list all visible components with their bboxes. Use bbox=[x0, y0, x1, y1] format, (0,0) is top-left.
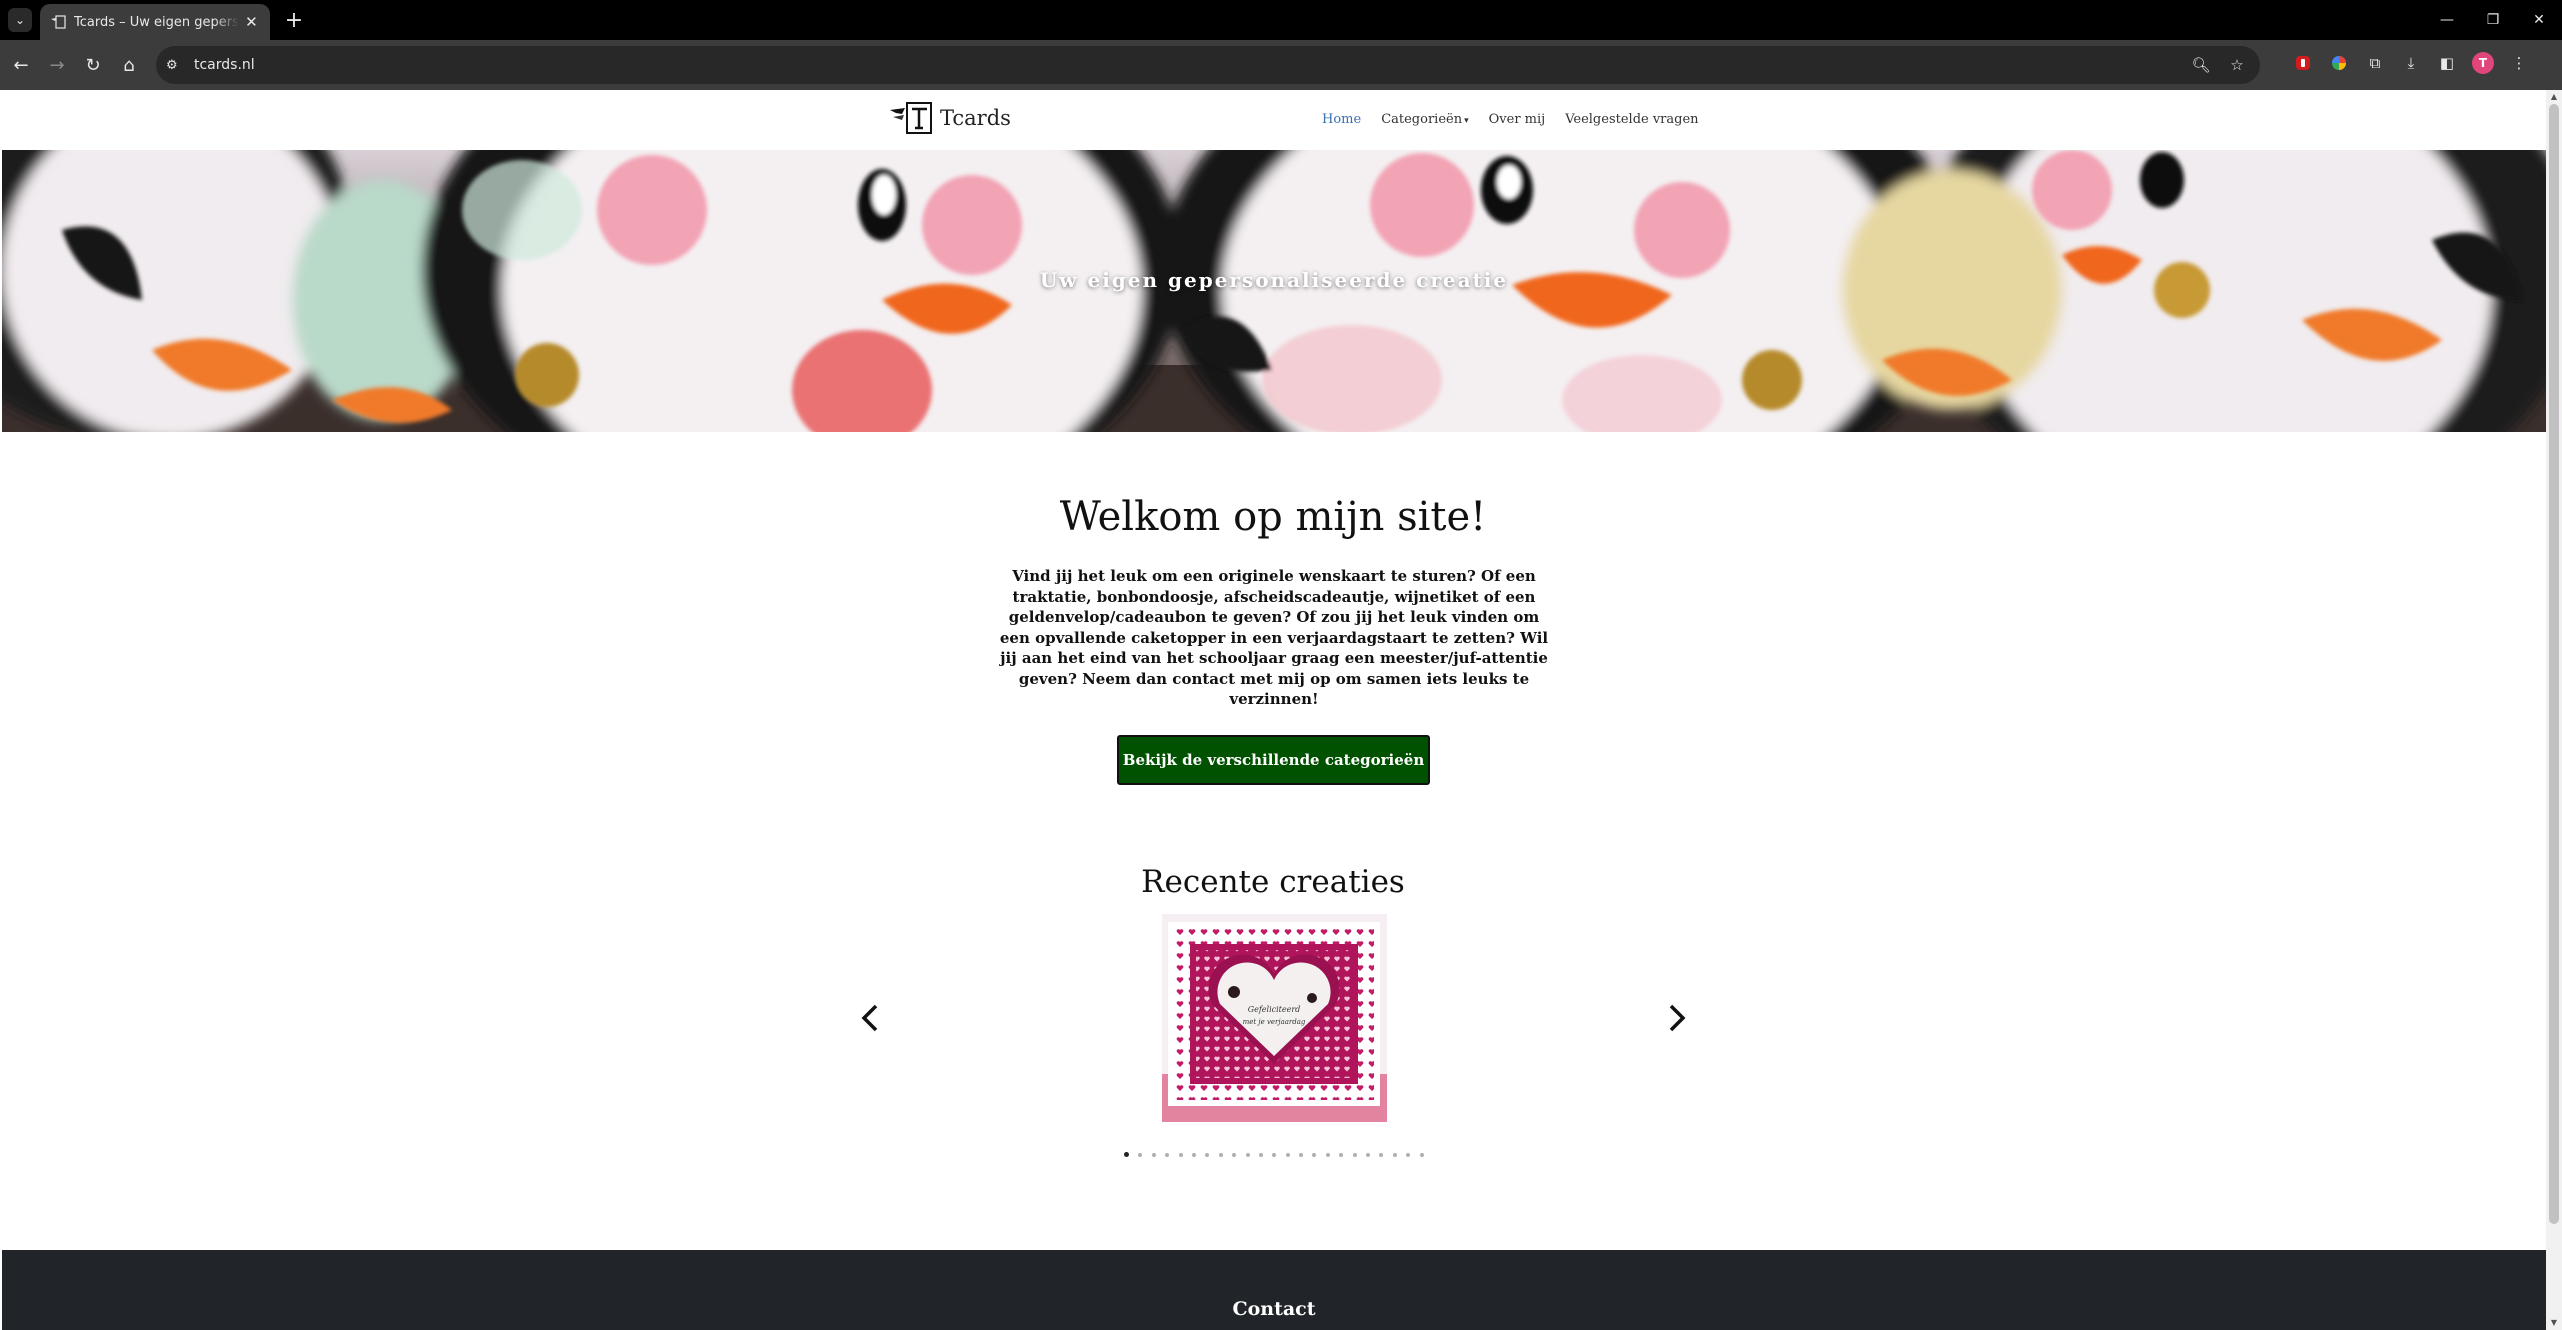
menu-item-veelgestelde-vragen[interactable]: Veelgestelde vragen bbox=[1565, 112, 1698, 127]
carousel-dot[interactable] bbox=[1124, 1152, 1129, 1157]
menu-item-label: Categorieën bbox=[1381, 112, 1463, 127]
site-header: Tcards Home Categorieën ▾ Over mij Veelge… bbox=[0, 90, 2546, 150]
carousel-dot[interactable] bbox=[1285, 1152, 1290, 1157]
extension-color-icon[interactable] bbox=[2328, 52, 2350, 74]
carousel-dot[interactable] bbox=[1299, 1152, 1304, 1157]
scroll-up-icon[interactable]: ▲ bbox=[2546, 90, 2562, 104]
site-info-icon[interactable]: ⚙ bbox=[166, 58, 188, 73]
reload-icon[interactable]: ↻ bbox=[80, 52, 106, 78]
scrollbar-thumb[interactable] bbox=[2549, 104, 2559, 1224]
carousel-dot[interactable] bbox=[1419, 1152, 1424, 1157]
window-controls: — ❐ ✕ bbox=[2424, 0, 2562, 40]
card-text-line1: Gefeliciteerd bbox=[1248, 1005, 1301, 1014]
minimize-icon[interactable]: — bbox=[2424, 0, 2470, 40]
carousel-prev-arrow-icon[interactable] bbox=[855, 1000, 885, 1036]
footer-contact-title: Contact bbox=[1232, 1298, 1316, 1320]
menu-item-home[interactable]: Home bbox=[1322, 112, 1361, 127]
carousel-dot[interactable] bbox=[1178, 1152, 1183, 1157]
logo-name: Tcards bbox=[940, 106, 1011, 130]
carousel-dot[interactable] bbox=[1245, 1152, 1250, 1157]
carousel-next-arrow-icon[interactable] bbox=[1662, 1000, 1692, 1036]
carousel-dot[interactable] bbox=[1138, 1152, 1143, 1157]
welcome-title: Welkom op mijn site! bbox=[1059, 494, 1487, 540]
site-footer: Contact bbox=[2, 1250, 2546, 1330]
hero-banner: Uw eigen gepersonaliseerde creatie bbox=[2, 150, 2546, 432]
extensions-puzzle-icon[interactable]: ⧉ bbox=[2364, 52, 2386, 74]
view-categories-button[interactable]: Bekijk de verschillende categorieën bbox=[1117, 735, 1430, 785]
carousel-dot[interactable] bbox=[1406, 1152, 1411, 1157]
carousel-dot[interactable] bbox=[1165, 1152, 1170, 1157]
carousel-dot[interactable] bbox=[1352, 1152, 1357, 1157]
page-viewport: Tcards Home Categorieën ▾ Over mij Veelge… bbox=[0, 90, 2562, 1330]
tab-search-icon[interactable]: ⌄ bbox=[8, 8, 32, 32]
tab-close-icon[interactable]: ✕ bbox=[243, 13, 260, 31]
carousel-dot[interactable] bbox=[1339, 1152, 1344, 1157]
welcome-text: Vind jij het leuk om een originele wensk… bbox=[999, 567, 1549, 708]
scroll-down-icon[interactable]: ▼ bbox=[2546, 1316, 2562, 1330]
zoom-icon[interactable]: 🔍︎ bbox=[2190, 54, 2212, 76]
menu-item-over-mij[interactable]: Over mij bbox=[1489, 112, 1546, 127]
browser-toolbar: ← → ↻ ⌂ ⚙ tcards.nl 🔍︎ ☆ ⧉ ⤓ ◧ T ⋮ bbox=[0, 40, 2562, 90]
tcards-favicon-icon bbox=[50, 14, 66, 30]
menu-item-categorieen[interactable]: Categorieën ▾ bbox=[1381, 112, 1468, 127]
browser-menu-icon[interactable]: ⋮ bbox=[2508, 52, 2530, 74]
bookmark-star-icon[interactable]: ☆ bbox=[2226, 54, 2248, 76]
new-tab-button[interactable]: + bbox=[282, 8, 306, 33]
back-arrow-icon[interactable]: ← bbox=[8, 52, 34, 78]
extension-red-icon[interactable] bbox=[2292, 52, 2314, 74]
carousel-dot[interactable] bbox=[1258, 1152, 1263, 1157]
forward-arrow-icon[interactable]: → bbox=[44, 52, 70, 78]
carousel-dot[interactable] bbox=[1312, 1152, 1317, 1157]
download-icon[interactable]: ⤓ bbox=[2400, 52, 2422, 74]
url-text: tcards.nl bbox=[194, 57, 255, 73]
browser-tab-strip: ⌄ Tcards – Uw eigen gepersonaliseerde cr… bbox=[0, 0, 2562, 40]
tcards-logo-icon bbox=[890, 102, 932, 134]
carousel-dot[interactable] bbox=[1392, 1152, 1397, 1157]
window-close-icon[interactable]: ✕ bbox=[2516, 0, 2562, 40]
carousel-dot[interactable] bbox=[1205, 1152, 1210, 1157]
carousel-dot[interactable] bbox=[1379, 1152, 1384, 1157]
card-text-line2: met je verjaardag bbox=[1243, 1018, 1306, 1026]
recent-creations-title: Recente creaties bbox=[1141, 864, 1405, 900]
site-logo[interactable]: Tcards bbox=[888, 100, 1011, 136]
page-scrollbar[interactable]: ▲ ▼ bbox=[2546, 90, 2562, 1330]
profile-avatar[interactable]: T bbox=[2472, 52, 2494, 74]
browser-tab[interactable]: Tcards – Uw eigen gepersonaliseerde crea… bbox=[40, 4, 270, 40]
carousel-dot[interactable] bbox=[1232, 1152, 1237, 1157]
carousel-pagination bbox=[1124, 1152, 1424, 1157]
carousel-dot[interactable] bbox=[1218, 1152, 1223, 1157]
carousel-dot[interactable] bbox=[1366, 1152, 1371, 1157]
side-panel-icon[interactable]: ◧ bbox=[2436, 52, 2458, 74]
carousel-dot[interactable] bbox=[1272, 1152, 1277, 1157]
carousel-slide-image[interactable]: Gefeliciteerd met je verjaardag bbox=[1162, 914, 1387, 1122]
carousel-dot[interactable] bbox=[1151, 1152, 1156, 1157]
hero-tagline: Uw eigen gepersonaliseerde creatie bbox=[1039, 268, 1509, 292]
home-icon[interactable]: ⌂ bbox=[116, 52, 142, 78]
restore-icon[interactable]: ❐ bbox=[2470, 0, 2516, 40]
chevron-down-icon: ▾ bbox=[1464, 116, 1469, 126]
address-bar[interactable]: ⚙ tcards.nl 🔍︎ ☆ bbox=[156, 46, 2260, 84]
carousel-dot[interactable] bbox=[1191, 1152, 1196, 1157]
carousel-dot[interactable] bbox=[1325, 1152, 1330, 1157]
main-menu: Home Categorieën ▾ Over mij Veelgestelde … bbox=[1322, 112, 1699, 127]
extensions-area: ⧉ ⤓ ◧ T ⋮ bbox=[2292, 52, 2530, 74]
tab-title: Tcards – Uw eigen gepersonaliseerde crea… bbox=[74, 14, 239, 30]
